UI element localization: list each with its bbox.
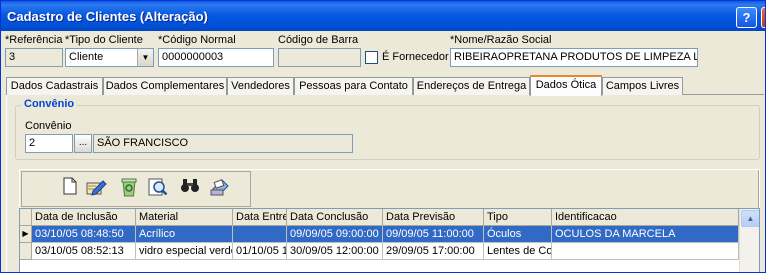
cell-identificacao[interactable]	[552, 243, 739, 260]
title-bar[interactable]: Cadastro de Clientes (Alteração) ?	[1, 1, 765, 31]
tab-pessoas-para-contato[interactable]: Pessoas para Contato	[294, 77, 413, 95]
convenio-name-field: SÃO FRANCISCO	[93, 134, 353, 153]
tab-dados-otica[interactable]: Dados Ótica	[530, 75, 602, 96]
tipo-cliente-value: Cliente	[69, 51, 104, 63]
fornecedor-checkbox[interactable]	[365, 51, 378, 64]
col-header-data-inclusao[interactable]: Data de Inclusão	[32, 209, 136, 226]
tab-dados-complementares[interactable]: Dados Complementares	[103, 77, 227, 95]
tipo-cliente-label: *Tipo do Cliente	[65, 34, 143, 46]
col-header-material[interactable]: Material	[136, 209, 233, 226]
convenio-label: Convênio	[25, 120, 72, 132]
cell-material[interactable]: vidro especial verde	[136, 243, 233, 260]
vertical-scrollbar[interactable]: ▲	[739, 209, 759, 272]
codigo-normal-label: *Código Normal	[158, 34, 236, 46]
fornecedor-label: É Fornecedor	[382, 51, 449, 63]
nome-label: *Nome/Razão Social	[450, 34, 552, 46]
convenio-lookup-button[interactable]: ...	[74, 134, 92, 153]
tab-campos-livres[interactable]: Campos Livres	[602, 77, 683, 95]
window-title: Cadastro de Clientes (Alteração)	[7, 9, 208, 24]
cell-data-entrega[interactable]	[233, 226, 287, 243]
grid-corner	[20, 209, 32, 226]
binoculars-icon[interactable]	[178, 177, 202, 201]
col-header-data-entrega[interactable]: Data Entre	[233, 209, 287, 226]
cell-data-entrega[interactable]: 01/10/05 1	[233, 243, 287, 260]
cell-identificacao[interactable]: OCULOS DA MARCELA	[552, 226, 739, 243]
edit-icon[interactable]	[84, 177, 108, 201]
cell-data-previsao[interactable]: 29/09/05 17:00:00	[383, 243, 484, 260]
referencia-field[interactable]: 3	[5, 48, 63, 67]
cell-tipo[interactable]: Lentes de Co	[484, 243, 552, 260]
col-header-tipo[interactable]: Tipo	[484, 209, 552, 226]
cell-data-inclusao[interactable]: 03/10/05 08:52:13	[32, 243, 136, 260]
cell-data-conclusao[interactable]: 30/09/05 12:00:00	[287, 243, 383, 260]
chevron-down-icon[interactable]: ▼	[137, 49, 153, 66]
codigo-barra-field[interactable]	[278, 48, 361, 67]
scroll-up-icon[interactable]: ▲	[741, 210, 759, 227]
search-icon[interactable]	[146, 177, 170, 201]
tab-dados-cadastrais[interactable]: Dados Cadastrais	[6, 77, 103, 95]
row-indicator	[20, 243, 32, 260]
help-button[interactable]: ?	[736, 7, 757, 28]
new-document-icon[interactable]	[58, 177, 82, 201]
cell-material[interactable]: Acrílico	[136, 226, 233, 243]
close-button[interactable]	[761, 7, 765, 28]
cell-data-inclusao[interactable]: 03/10/05 08:48:50	[32, 226, 136, 243]
codigo-barra-label: Código de Barra	[278, 34, 359, 46]
convenio-group-title: Convênio	[21, 98, 78, 110]
cell-data-previsao[interactable]: 09/09/05 11:00:00	[383, 226, 484, 243]
tab-vendedores[interactable]: Vendedores	[227, 77, 294, 95]
nome-field[interactable]: RIBEIRAOPRETANA PRODUTOS DE LIMPEZA L	[450, 48, 698, 67]
records-toolbar	[21, 171, 251, 207]
codigo-normal-field[interactable]: 0000000003	[158, 48, 274, 67]
cell-data-conclusao[interactable]: 09/09/05 09:00:00	[287, 226, 383, 243]
col-header-data-previsao[interactable]: Data Previsão	[383, 209, 484, 226]
tab-enderecos-de-entrega[interactable]: Endereços de Entrega	[413, 77, 530, 95]
cell-tipo[interactable]: Óculos	[484, 226, 552, 243]
referencia-label: *Referência	[5, 34, 63, 46]
print-icon[interactable]	[208, 177, 232, 201]
tipo-cliente-select[interactable]: Cliente ▼	[65, 48, 154, 67]
recycle-delete-icon[interactable]	[117, 177, 141, 201]
tab-strip: Dados Cadastrais Dados Complementares Ve…	[6, 75, 764, 96]
otica-records-grid[interactable]: Data de Inclusão Material Data Entre Dat…	[19, 208, 760, 272]
col-header-identificacao[interactable]: Identificacao	[552, 209, 739, 226]
col-header-data-conclusao[interactable]: Data Conclusão	[287, 209, 383, 226]
client-register-window: Cadastro de Clientes (Alteração) ? *Refe…	[0, 0, 766, 273]
current-row-indicator-icon: ▶	[20, 226, 32, 243]
convenio-code-field[interactable]: 2	[25, 134, 73, 153]
